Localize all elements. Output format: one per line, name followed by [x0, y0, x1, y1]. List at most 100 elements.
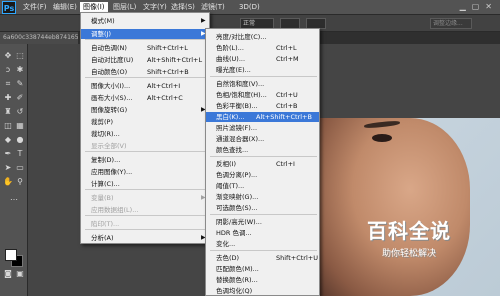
text-tool-icon[interactable]: T [14, 148, 26, 160]
menu-item-label: 分析(A) [91, 234, 114, 242]
adjust-menu-item[interactable]: 替换颜色(R)... [206, 275, 319, 285]
menu-item-label: HDR 色调... [216, 229, 252, 237]
image-menu-item[interactable]: 应用图像(Y)... [81, 167, 209, 177]
adjust-edge-button[interactable]: 调整边缘... [430, 18, 472, 29]
adjust-menu-item[interactable]: 通道混合器(X)... [206, 134, 319, 144]
adjust-menu-item[interactable]: 照片滤镜(F)... [206, 123, 319, 133]
image-menu-item[interactable]: 图像大小(I)... Alt+Ctrl+I [81, 81, 209, 91]
image-menu-item[interactable]: 裁切(R)... [81, 129, 209, 139]
adjust-menu-item[interactable]: 阈值(T)... [206, 181, 319, 191]
menu-item-label: 复制(D)... [91, 156, 121, 164]
magic-wand-tool-icon[interactable]: ✱ [14, 64, 26, 76]
eraser-tool-icon[interactable]: ◫ [2, 120, 14, 132]
tools-panel: ✥ ⬚ ↄ ✱ ⌗ ✎ ✚ ✐ ♜ ↺ ◫ ▦ ◆ ● ✒ T ➤ ▭ ✋ ⚲ … [0, 44, 28, 296]
menu-item-label: 照片滤镜(F)... [216, 124, 258, 132]
image-menu-item[interactable]: 自动色调(N) Shift+Ctrl+L [81, 43, 209, 53]
menu-item-shortcut: Ctrl+B [276, 102, 298, 110]
adjust-menu-item[interactable]: 自然饱和度(V)... [206, 79, 319, 89]
image-menu-item[interactable]: 裁剪(P) [81, 117, 209, 127]
image-menu-item[interactable]: 自动颜色(O) Shift+Ctrl+B [81, 67, 209, 77]
image-menu-item[interactable]: 变量(B) ▶ [81, 193, 209, 203]
lasso-tool-icon[interactable]: ↄ [2, 64, 14, 76]
window-controls[interactable]: ▁▢✕ [460, 2, 498, 11]
menu-item-label: 自动颜色(O) [91, 68, 128, 76]
photo-canvas [320, 118, 500, 296]
adjust-menu-item[interactable]: 可选颜色(S)... [206, 203, 319, 213]
brush-tool-icon[interactable]: ✐ [14, 92, 26, 104]
menu-item-label: 去色(D) [216, 254, 240, 262]
adjust-menu-item[interactable]: 曝光度(E)... [206, 65, 319, 75]
adjust-menu-item[interactable]: HDR 色调... [206, 228, 319, 238]
adjust-menu-item[interactable]: 渐变映射(G)... [206, 192, 319, 202]
image-menu-item[interactable]: 分析(A) ▶ [81, 233, 209, 243]
adjust-menu-item[interactable]: 颜色查找... [206, 145, 319, 155]
menu-item-label: 渐变映射(G)... [216, 193, 259, 201]
menu-item-shortcut: Alt+Shift+Ctrl+L [147, 56, 203, 64]
menu-item-label: 颜色查找... [216, 146, 249, 154]
menu-item-shortcut: Shift+Ctrl+U [276, 254, 318, 262]
menu-separator [210, 156, 317, 157]
menu-item-shortcut: Shift+Ctrl+B [147, 68, 189, 76]
menu-item-shortcut: Shift+Ctrl+L [147, 44, 188, 52]
menu-edit[interactable]: 编辑(E) [50, 2, 80, 13]
healing-tool-icon[interactable]: ✚ [2, 92, 14, 104]
eyedropper-tool-icon[interactable]: ✎ [14, 78, 26, 90]
screen-mode-icon[interactable]: ▣ [14, 268, 26, 280]
dodge-tool-icon[interactable]: ● [14, 134, 26, 146]
gradient-tool-icon[interactable]: ▦ [14, 120, 26, 132]
shape-tool-icon[interactable]: ▭ [14, 162, 26, 174]
image-menu-item[interactable]: 复制(D)... [81, 155, 209, 165]
image-menu-item[interactable]: 自动对比度(U) Alt+Shift+Ctrl+L [81, 55, 209, 65]
adjust-menu-item[interactable]: 亮度/对比度(C)... [206, 32, 319, 42]
adjust-menu-item[interactable]: 黑白(K)... Alt+Shift+Ctrl+B [206, 112, 319, 122]
adjust-menu-item[interactable]: 色相/饱和度(H)... Ctrl+U [206, 90, 319, 100]
menu-item-label: 显示全部(V) [91, 142, 127, 150]
marquee-tool-icon[interactable]: ⬚ [14, 50, 26, 62]
quick-mask-icon[interactable]: ◙ [2, 268, 14, 280]
menu-item-label: 自然饱和度(V)... [216, 80, 265, 88]
image-menu-dropdown: 模式(M) ▶ 调整(J) ▶ 自动色调(N) Shift+Ctrl+L 自动对比度(U) A… [80, 12, 210, 244]
image-menu-item[interactable]: 图像旋转(G) ▶ [81, 105, 209, 115]
menu-item-label: 通道混合器(X)... [216, 135, 265, 143]
more-tools-icon[interactable]: … [8, 192, 20, 204]
pen-tool-icon[interactable]: ✒ [2, 148, 14, 160]
menu-3d[interactable]: 3D(D) [236, 2, 263, 13]
image-menu-item[interactable]: 显示全部(V) [81, 141, 209, 151]
menu-item-shortcut: Ctrl+U [276, 91, 298, 99]
menu-separator [85, 229, 207, 230]
image-menu-item[interactable]: 调整(J) ▶ [81, 29, 209, 39]
move-tool-icon[interactable]: ✥ [2, 50, 14, 62]
stamp-tool-icon[interactable]: ♜ [2, 106, 14, 118]
image-menu-item[interactable]: 陷印(T)... [81, 219, 209, 229]
menu-file[interactable]: 文件(F) [20, 2, 50, 13]
adjust-menu-item[interactable]: 变化... [206, 239, 319, 249]
adjust-menu-item[interactable]: 匹配颜色(M)... [206, 264, 319, 274]
adjust-menu-item[interactable]: 色调均化(Q) [206, 286, 319, 296]
image-menu-item[interactable]: 计算(C)... [81, 179, 209, 189]
image-menu-item[interactable]: 模式(M) ▶ [81, 16, 209, 26]
image-menu-item[interactable]: 应用数据组(L)... [81, 205, 209, 215]
path-select-tool-icon[interactable]: ➤ [2, 162, 14, 174]
menu-separator [85, 77, 207, 78]
adjust-menu-item[interactable]: 曲线(U)... Ctrl+M [206, 54, 319, 64]
menu-item-label: 黑白(K)... [216, 113, 245, 121]
face-image [320, 118, 470, 296]
menu-item-label: 自动色调(N) [91, 44, 127, 52]
menu-separator [210, 250, 317, 251]
adjust-menu-item[interactable]: 色彩平衡(B)... Ctrl+B [206, 101, 319, 111]
image-menu-item[interactable]: 画布大小(S)... Alt+Ctrl+C [81, 93, 209, 103]
adjust-menu-item[interactable]: 去色(D) Shift+Ctrl+U [206, 253, 319, 263]
submenu-arrow-icon: ▶ [201, 17, 206, 24]
foreground-color-swatch[interactable] [5, 249, 17, 261]
history-brush-tool-icon[interactable]: ↺ [14, 106, 26, 118]
document-tab[interactable]: 6a600c338744eb874165 [0, 32, 78, 44]
blur-tool-icon[interactable]: ◆ [2, 134, 14, 146]
hand-tool-icon[interactable]: ✋ [2, 176, 14, 188]
zoom-tool-icon[interactable]: ⚲ [14, 176, 26, 188]
crop-tool-icon[interactable]: ⌗ [2, 78, 14, 90]
menu-item-label: 变化... [216, 240, 236, 248]
adjust-menu-item[interactable]: 阴影/高光(W)... [206, 217, 319, 227]
adjust-menu-item[interactable]: 色调分离(P)... [206, 170, 319, 180]
adjust-menu-item[interactable]: 反相(I) Ctrl+I [206, 159, 319, 169]
adjust-menu-item[interactable]: 色阶(L)... Ctrl+L [206, 43, 319, 53]
